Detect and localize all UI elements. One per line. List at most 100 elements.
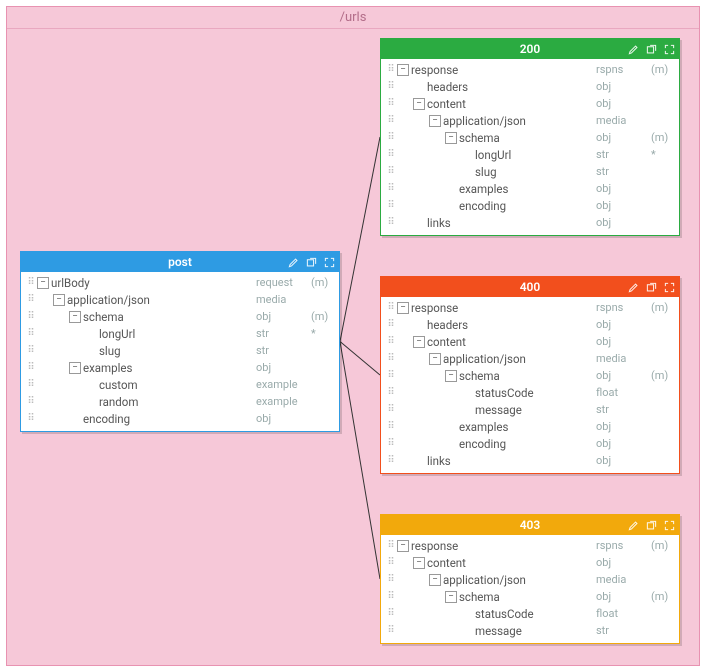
drag-grip-icon[interactable]: ⠿ xyxy=(385,337,397,347)
schema-row[interactable]: ⠿examplesobj xyxy=(385,180,675,197)
pencil-icon[interactable] xyxy=(627,43,639,55)
collapse-toggle[interactable]: − xyxy=(397,302,409,314)
drag-grip-icon[interactable]: ⠿ xyxy=(25,397,37,407)
drag-grip-icon[interactable]: ⠿ xyxy=(385,201,397,211)
drag-grip-icon[interactable]: ⠿ xyxy=(385,99,397,109)
drag-grip-icon[interactable]: ⠿ xyxy=(25,295,37,305)
schema-row[interactable]: ⠿statusCodefloat xyxy=(385,605,675,622)
schema-row[interactable]: ⠿−contentobj xyxy=(385,333,675,350)
drag-grip-icon[interactable]: ⠿ xyxy=(385,575,397,585)
schema-row[interactable]: ⠿linksobj xyxy=(385,214,675,231)
schema-row[interactable]: ⠿linksobj xyxy=(385,452,675,469)
drag-grip-icon[interactable]: ⠿ xyxy=(385,626,397,636)
schema-row[interactable]: ⠿customexample xyxy=(25,376,335,393)
node-c400[interactable]: 400⠿−responserspns(m)⠿headersobj⠿−conten… xyxy=(380,276,680,474)
drag-grip-icon[interactable]: ⠿ xyxy=(385,456,397,466)
schema-row[interactable]: ⠿−urlBodyrequest(m) xyxy=(25,274,335,291)
schema-row[interactable]: ⠿messagestr xyxy=(385,622,675,639)
schema-row[interactable]: ⠿−application/jsonmedia xyxy=(385,350,675,367)
schema-row[interactable]: ⠿−schemaobj(m) xyxy=(385,129,675,146)
collapse-toggle[interactable]: − xyxy=(445,591,457,603)
schema-row[interactable]: ⠿−contentobj xyxy=(385,554,675,571)
schema-row[interactable]: ⠿headersobj xyxy=(385,316,675,333)
node-c403[interactable]: 403⠿−responserspns(m)⠿−contentobj⠿−appli… xyxy=(380,514,680,644)
schema-row[interactable]: ⠿−schemaobj(m) xyxy=(385,588,675,605)
schema-row[interactable]: ⠿−examplesobj xyxy=(25,359,335,376)
collapse-toggle[interactable]: − xyxy=(429,115,441,127)
collapse-toggle[interactable]: − xyxy=(413,98,425,110)
drag-grip-icon[interactable]: ⠿ xyxy=(385,184,397,194)
drag-grip-icon[interactable]: ⠿ xyxy=(25,312,37,322)
node-header[interactable]: 403 xyxy=(381,515,679,535)
drag-grip-icon[interactable]: ⠿ xyxy=(385,116,397,126)
drag-grip-icon[interactable]: ⠿ xyxy=(385,354,397,364)
expand-icon[interactable] xyxy=(663,519,675,531)
drag-grip-icon[interactable]: ⠿ xyxy=(385,371,397,381)
collapse-toggle[interactable]: − xyxy=(429,574,441,586)
drag-grip-icon[interactable]: ⠿ xyxy=(385,422,397,432)
drag-grip-icon[interactable]: ⠿ xyxy=(25,278,37,288)
schema-row[interactable]: ⠿randomexample xyxy=(25,393,335,410)
schema-row[interactable]: ⠿slugstr xyxy=(25,342,335,359)
collapse-toggle[interactable]: − xyxy=(37,277,49,289)
drag-grip-icon[interactable]: ⠿ xyxy=(385,388,397,398)
schema-row[interactable]: ⠿statusCodefloat xyxy=(385,384,675,401)
collapse-toggle[interactable]: − xyxy=(445,370,457,382)
drag-grip-icon[interactable]: ⠿ xyxy=(385,439,397,449)
drag-grip-icon[interactable]: ⠿ xyxy=(385,167,397,177)
expand-icon[interactable] xyxy=(663,281,675,293)
schema-row[interactable]: ⠿messagestr xyxy=(385,401,675,418)
new-window-icon[interactable] xyxy=(645,43,657,55)
schema-row[interactable]: ⠿examplesobj xyxy=(385,418,675,435)
schema-row[interactable]: ⠿encodingobj xyxy=(385,435,675,452)
expand-icon[interactable] xyxy=(323,256,335,268)
node-header[interactable]: post xyxy=(21,252,339,272)
new-window-icon[interactable] xyxy=(645,519,657,531)
new-window-icon[interactable] xyxy=(305,256,317,268)
collapse-toggle[interactable]: − xyxy=(429,353,441,365)
node-header[interactable]: 200 xyxy=(381,39,679,59)
drag-grip-icon[interactable]: ⠿ xyxy=(385,133,397,143)
node-c200[interactable]: 200⠿−responserspns(m)⠿headersobj⠿−conten… xyxy=(380,38,680,236)
schema-row[interactable]: ⠿−responserspns(m) xyxy=(385,61,675,78)
schema-row[interactable]: ⠿−responserspns(m) xyxy=(385,299,675,316)
schema-row[interactable]: ⠿encodingobj xyxy=(25,410,335,427)
schema-row[interactable]: ⠿encodingobj xyxy=(385,197,675,214)
node-header[interactable]: 400 xyxy=(381,277,679,297)
drag-grip-icon[interactable]: ⠿ xyxy=(385,592,397,602)
pencil-icon[interactable] xyxy=(287,256,299,268)
drag-grip-icon[interactable]: ⠿ xyxy=(385,82,397,92)
drag-grip-icon[interactable]: ⠿ xyxy=(385,218,397,228)
collapse-toggle[interactable]: − xyxy=(53,294,65,306)
schema-row[interactable]: ⠿−application/jsonmedia xyxy=(25,291,335,308)
collapse-toggle[interactable]: − xyxy=(397,64,409,76)
collapse-toggle[interactable]: − xyxy=(445,132,457,144)
schema-row[interactable]: ⠿−application/jsonmedia xyxy=(385,112,675,129)
schema-row[interactable]: ⠿−schemaobj(m) xyxy=(25,308,335,325)
schema-row[interactable]: ⠿headersobj xyxy=(385,78,675,95)
drag-grip-icon[interactable]: ⠿ xyxy=(25,346,37,356)
new-window-icon[interactable] xyxy=(645,281,657,293)
schema-row[interactable]: ⠿slugstr xyxy=(385,163,675,180)
drag-grip-icon[interactable]: ⠿ xyxy=(25,329,37,339)
drag-grip-icon[interactable]: ⠿ xyxy=(385,303,397,313)
schema-row[interactable]: ⠿−responserspns(m) xyxy=(385,537,675,554)
collapse-toggle[interactable]: − xyxy=(413,557,425,569)
schema-row[interactable]: ⠿−application/jsonmedia xyxy=(385,571,675,588)
drag-grip-icon[interactable]: ⠿ xyxy=(25,363,37,373)
schema-row[interactable]: ⠿−schemaobj(m) xyxy=(385,367,675,384)
schema-row[interactable]: ⠿longUrlstr* xyxy=(385,146,675,163)
drag-grip-icon[interactable]: ⠿ xyxy=(385,541,397,551)
drag-grip-icon[interactable]: ⠿ xyxy=(385,405,397,415)
drag-grip-icon[interactable]: ⠿ xyxy=(385,609,397,619)
collapse-toggle[interactable]: − xyxy=(69,362,81,374)
collapse-toggle[interactable]: − xyxy=(397,540,409,552)
pencil-icon[interactable] xyxy=(627,281,639,293)
schema-row[interactable]: ⠿longUrlstr* xyxy=(25,325,335,342)
drag-grip-icon[interactable]: ⠿ xyxy=(385,150,397,160)
drag-grip-icon[interactable]: ⠿ xyxy=(25,380,37,390)
node-post[interactable]: post⠿−urlBodyrequest(m)⠿−application/jso… xyxy=(20,251,340,432)
drag-grip-icon[interactable]: ⠿ xyxy=(385,558,397,568)
schema-row[interactable]: ⠿−contentobj xyxy=(385,95,675,112)
collapse-toggle[interactable]: − xyxy=(413,336,425,348)
